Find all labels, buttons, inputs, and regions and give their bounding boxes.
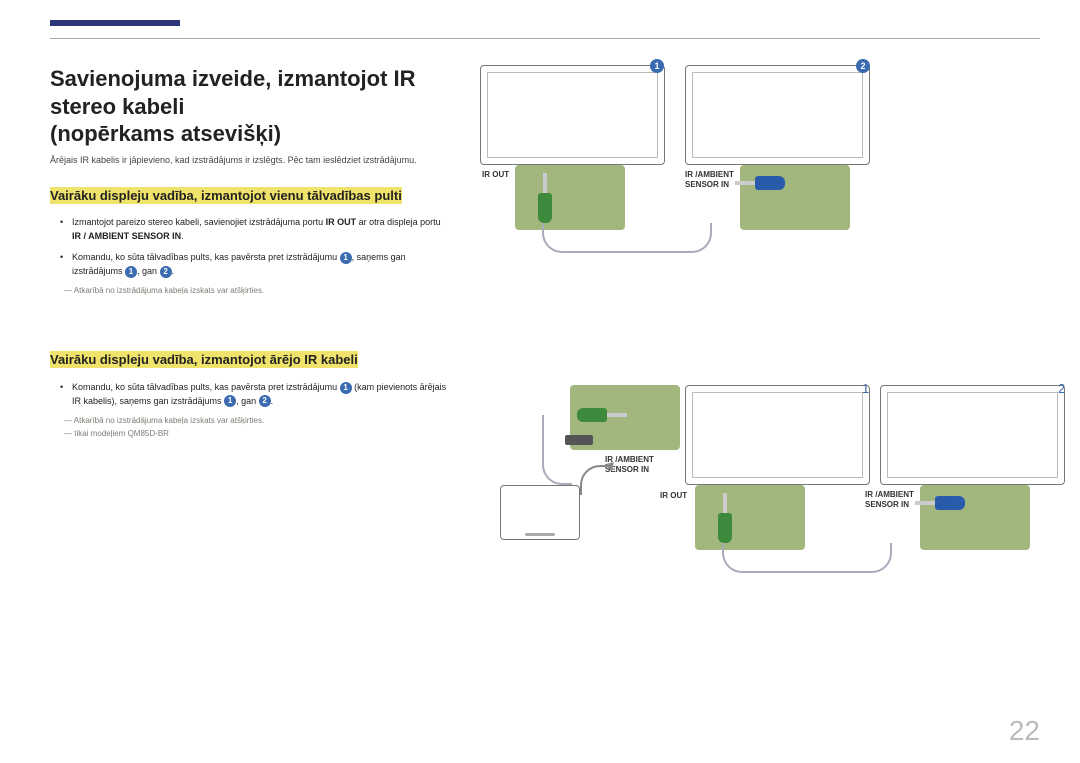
cable-icon bbox=[542, 223, 712, 253]
badge-1-icon: 1 bbox=[340, 382, 352, 394]
section1-list: Izmantojot pareizo stereo kabeli, savien… bbox=[72, 216, 450, 278]
page-number: 22 bbox=[1009, 715, 1040, 747]
section1-title: Vairāku displeju vadība, izmantojot vien… bbox=[50, 187, 402, 204]
intro-note: Ārējais IR kabelis ir jāpievieno, kad iz… bbox=[50, 154, 450, 166]
diagram-2: IR /AMBIENT SENSOR IN 1 2 IR OUT IR /AMB… bbox=[480, 385, 1040, 675]
section2-list: Komandu, ko sūta tālvadības pults, kas p… bbox=[72, 381, 450, 408]
badge-2-icon: 2 bbox=[259, 395, 271, 407]
jack-green-icon bbox=[577, 408, 627, 422]
diagram-1: 1 2 IR OUT IR /AMBIENT SENSOR IN bbox=[480, 65, 1040, 265]
cable-icon bbox=[722, 543, 892, 573]
port-box-ir-in bbox=[920, 485, 1030, 550]
label-ir-out: IR OUT bbox=[482, 170, 509, 180]
header-divider bbox=[50, 38, 1040, 39]
num-1: 1 bbox=[862, 381, 869, 396]
port-box-ir-in bbox=[740, 165, 850, 230]
list-item: Komandu, ko sūta tālvadības pults, kas p… bbox=[72, 251, 450, 278]
jack-blue-icon bbox=[915, 496, 965, 510]
right-column: 1 2 IR OUT IR /AMBIENT SENSOR IN bbox=[480, 65, 1040, 675]
section-1: Vairāku displeju vadība, izmantojot vien… bbox=[50, 186, 450, 296]
display-1 bbox=[480, 65, 665, 165]
label-ir-ambient: IR /AMBIENT SENSOR IN bbox=[865, 490, 920, 509]
display-2 bbox=[880, 385, 1065, 485]
section1-note: Atkarībā no izstrādājuma kabeļa izskats … bbox=[64, 286, 450, 295]
jack-blue-icon bbox=[735, 176, 785, 190]
list-item: Izmantojot pareizo stereo kabeli, savien… bbox=[72, 216, 450, 243]
section2-note2: tikai modeļiem QM85D-BR bbox=[64, 429, 450, 438]
badge-1-icon: 1 bbox=[125, 266, 137, 278]
badge-2-icon: 2 bbox=[160, 266, 172, 278]
display-2 bbox=[685, 65, 870, 165]
badge-1-icon: 1 bbox=[340, 252, 352, 264]
section-2: Vairāku displeju vadība, izmantojot ārēj… bbox=[50, 350, 450, 438]
jack-green-icon bbox=[538, 173, 552, 223]
label-ir-ambient: IR /AMBIENT SENSOR IN bbox=[685, 170, 740, 189]
page-title: Savienojuma izveide, izmantojot IR stere… bbox=[50, 65, 450, 148]
badge-2-icon: 2 bbox=[856, 59, 870, 73]
list-item: Komandu, ko sūta tālvadības pults, kas p… bbox=[72, 381, 450, 408]
display-1 bbox=[685, 385, 870, 485]
num-2: 2 bbox=[1058, 381, 1065, 396]
section2-note1: Atkarībā no izstrādājuma kabeļa izskats … bbox=[64, 416, 450, 425]
external-ir-box bbox=[500, 485, 580, 540]
label-ir-out: IR OUT bbox=[660, 491, 687, 501]
port-box-ir-out bbox=[695, 485, 805, 550]
badge-1-icon: 1 bbox=[650, 59, 664, 73]
title-line2: (nopērkams atsevišķi) bbox=[50, 121, 281, 146]
cable-icon bbox=[542, 415, 572, 485]
content: Savienojuma izveide, izmantojot IR stere… bbox=[50, 65, 1040, 675]
header-accent-bar bbox=[50, 20, 180, 26]
arrow-curve-icon bbox=[580, 465, 610, 495]
port-box-ir-out bbox=[515, 165, 625, 230]
left-column: Savienojuma izveide, izmantojot IR stere… bbox=[50, 65, 450, 675]
section2-title: Vairāku displeju vadība, izmantojot ārēj… bbox=[50, 351, 358, 368]
badge-1-icon: 1 bbox=[224, 395, 236, 407]
jack-green-icon bbox=[718, 493, 732, 543]
title-line1: Savienojuma izveide, izmantojot IR stere… bbox=[50, 66, 416, 119]
